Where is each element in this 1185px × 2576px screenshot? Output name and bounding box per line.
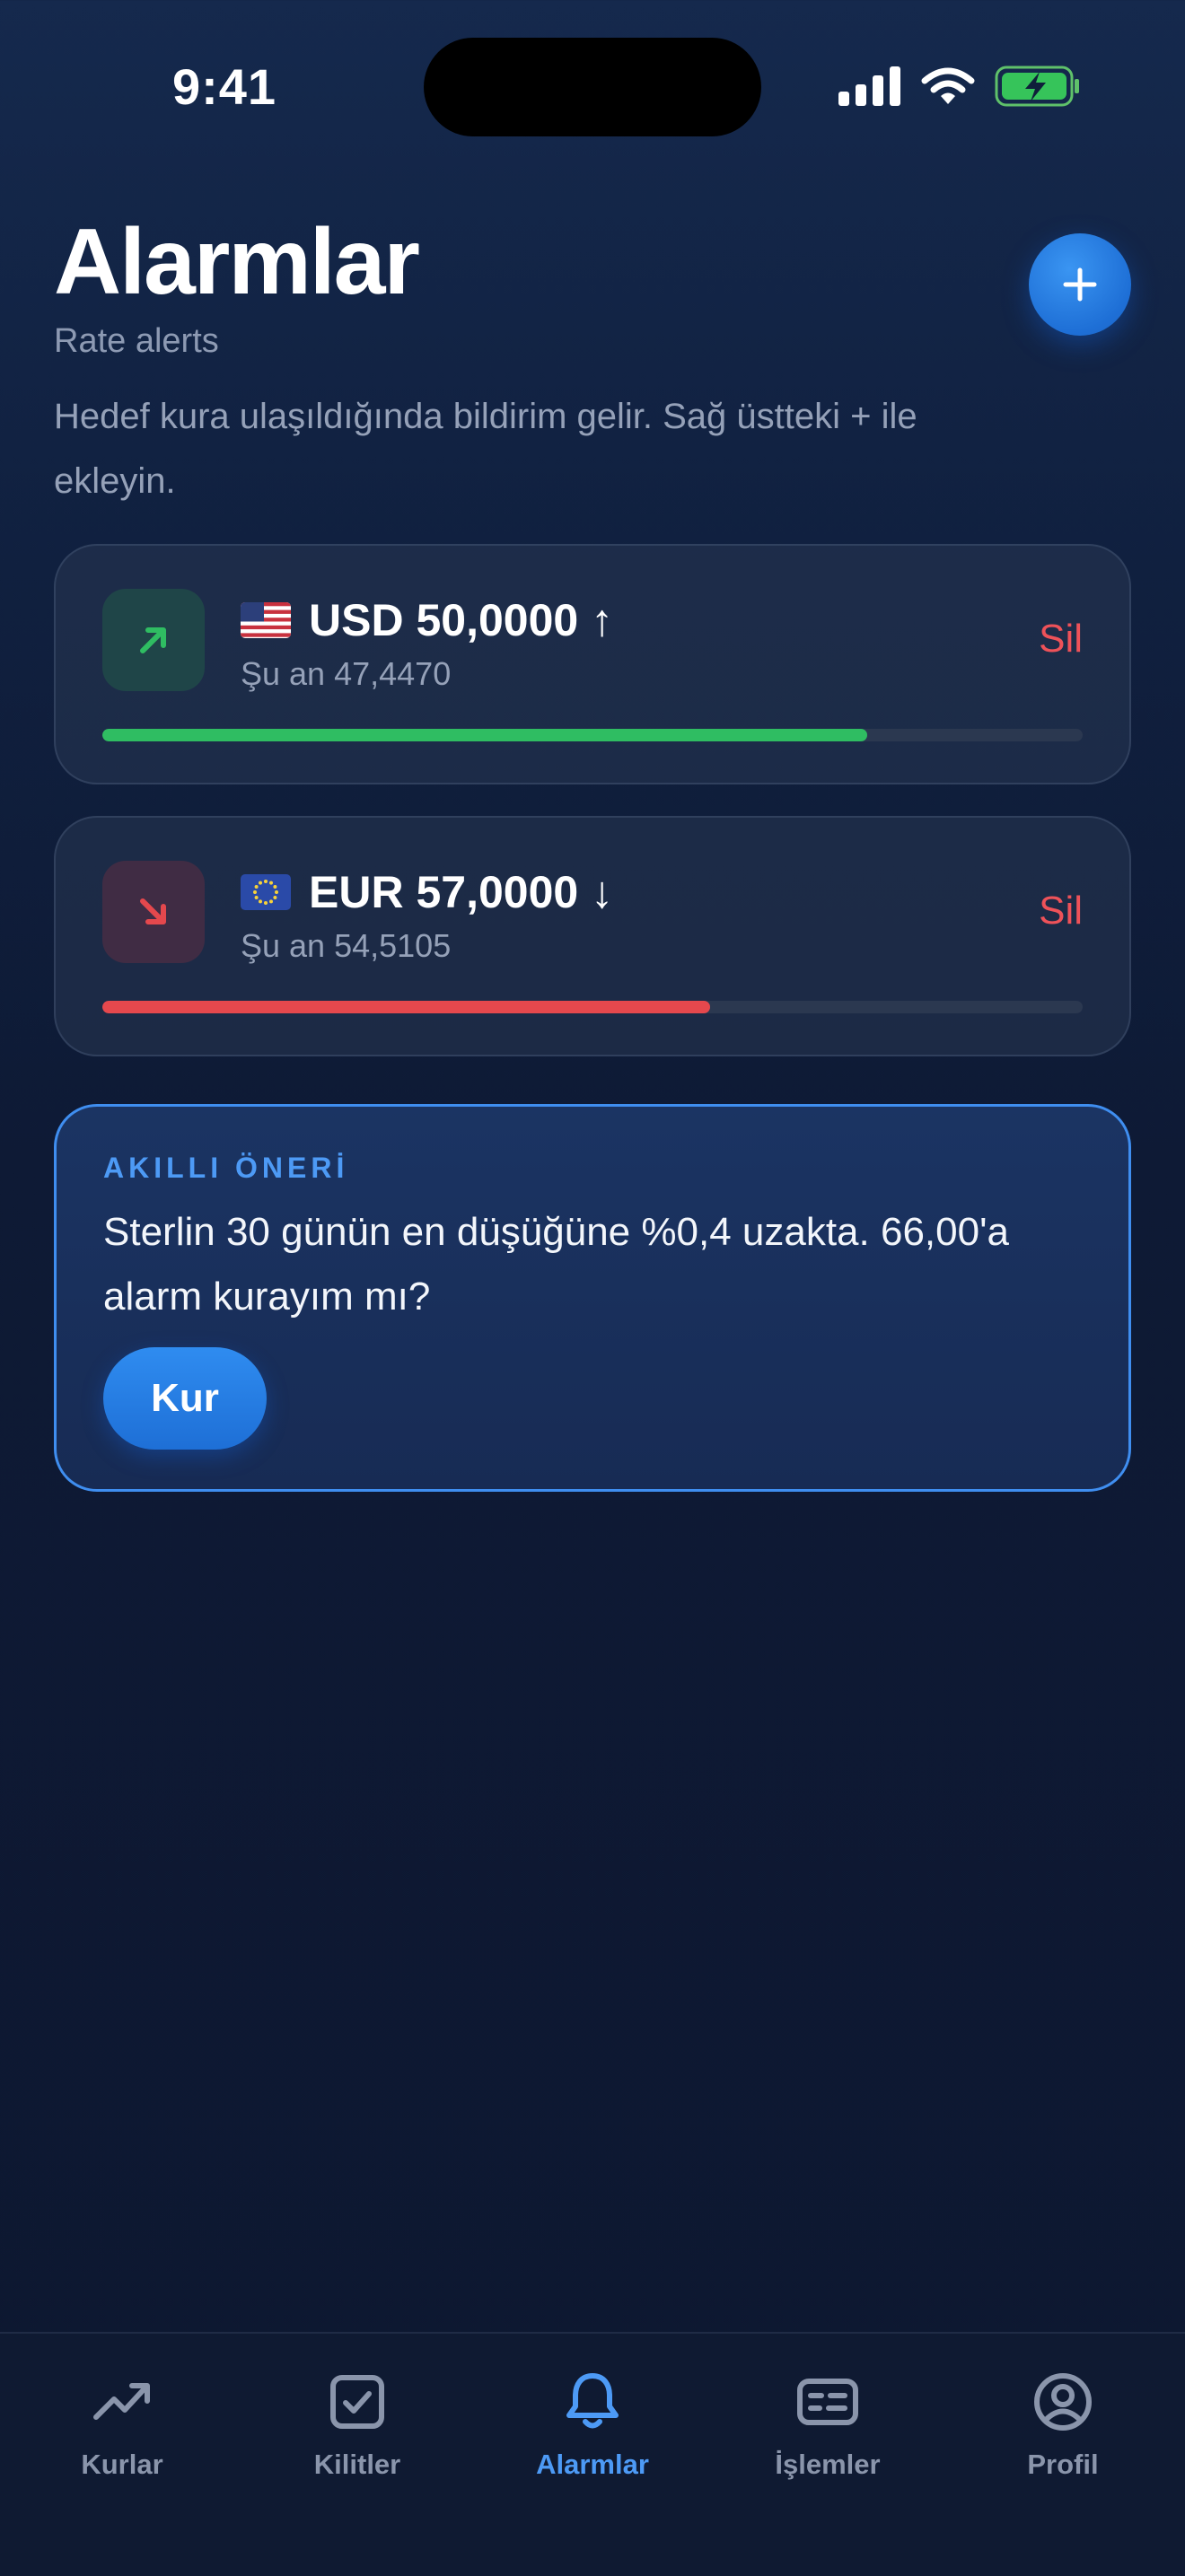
alert-direction-badge xyxy=(102,589,205,691)
user-circle-icon xyxy=(1034,2373,1092,2431)
wifi-icon xyxy=(921,67,975,104)
suggestion-label: AKILLI ÖNERİ xyxy=(103,1152,349,1184)
status-icons xyxy=(838,63,1081,110)
tab-label: İşlemler xyxy=(775,2449,881,2480)
status-time: 9:41 xyxy=(171,58,277,115)
set-alert-button[interactable]: Kur xyxy=(103,1347,267,1450)
eu-flag-icon xyxy=(241,874,291,910)
alert-progress-track xyxy=(102,1001,1083,1013)
tab-kilitler[interactable]: Kilitler xyxy=(259,2370,456,2486)
checkbox-icon xyxy=(330,2375,384,2429)
alert-direction-badge xyxy=(102,861,205,963)
page-title: Alarmlar xyxy=(54,210,420,314)
tab-label: Alarmlar xyxy=(536,2449,649,2480)
alert-progress-track xyxy=(102,729,1083,741)
tab-islemler[interactable]: İşlemler xyxy=(729,2370,926,2486)
tab-alarmlar[interactable]: Alarmlar xyxy=(494,2370,691,2486)
arrow-up-right-icon xyxy=(140,627,166,653)
alert-target: USD 50,0000 ↑ xyxy=(309,595,614,645)
arrow-down-right-icon xyxy=(140,898,166,924)
alert-current-rate: Şu an 54,5105 xyxy=(241,927,452,964)
battery-charging-icon xyxy=(995,66,1079,107)
bell-icon xyxy=(566,2373,619,2429)
alert-card-eur[interactable]: EUR 57,0000 ↓ Şu an 54,5105 Sil xyxy=(54,816,1131,1056)
alert-progress-fill xyxy=(102,729,867,741)
page-subtitle: Rate alerts xyxy=(54,322,219,360)
delete-alert-button[interactable]: Sil xyxy=(1039,612,1083,666)
alert-progress-fill xyxy=(102,1001,711,1013)
tab-label: Kilitler xyxy=(313,2449,401,2480)
dynamic-island xyxy=(424,38,761,136)
alert-card-usd[interactable]: USD 50,0000 ↑ Şu an 47,4470 Sil xyxy=(54,544,1131,784)
tab-label: Kurlar xyxy=(81,2449,163,2480)
plus-icon xyxy=(1063,267,1097,302)
add-alert-button[interactable] xyxy=(1029,233,1131,336)
tab-kurlar[interactable]: Kurlar xyxy=(23,2370,221,2486)
tab-bar: Kurlar Kilitler Alarmlar İşlemler Profil xyxy=(0,2332,1185,2576)
list-card-icon xyxy=(797,2379,858,2425)
smart-suggestion-card: AKILLI ÖNERİ Sterlin 30 günün en düşüğün… xyxy=(54,1104,1131,1492)
alert-title: EUR 57,0000 ↓ xyxy=(241,861,613,924)
tab-profil[interactable]: Profil xyxy=(964,2370,1162,2486)
page-description: Hedef kura ulaşıldığında bildirim gelir.… xyxy=(54,397,917,501)
alert-target: EUR 57,0000 ↓ xyxy=(309,867,614,917)
us-flag-icon xyxy=(241,602,291,638)
trending-up-icon xyxy=(93,2383,150,2420)
delete-alert-button[interactable]: Sil xyxy=(1039,884,1083,938)
tab-label: Profil xyxy=(1027,2449,1099,2480)
status-bar: 9:41 xyxy=(0,0,1185,171)
suggestion-text: Sterlin 30 günün en düşüğüne %0,4 uzakta… xyxy=(103,1210,1009,1319)
cellular-signal-icon xyxy=(838,66,900,106)
alert-title: USD 50,0000 ↑ xyxy=(241,589,613,652)
alert-current-rate: Şu an 47,4470 xyxy=(241,655,452,692)
